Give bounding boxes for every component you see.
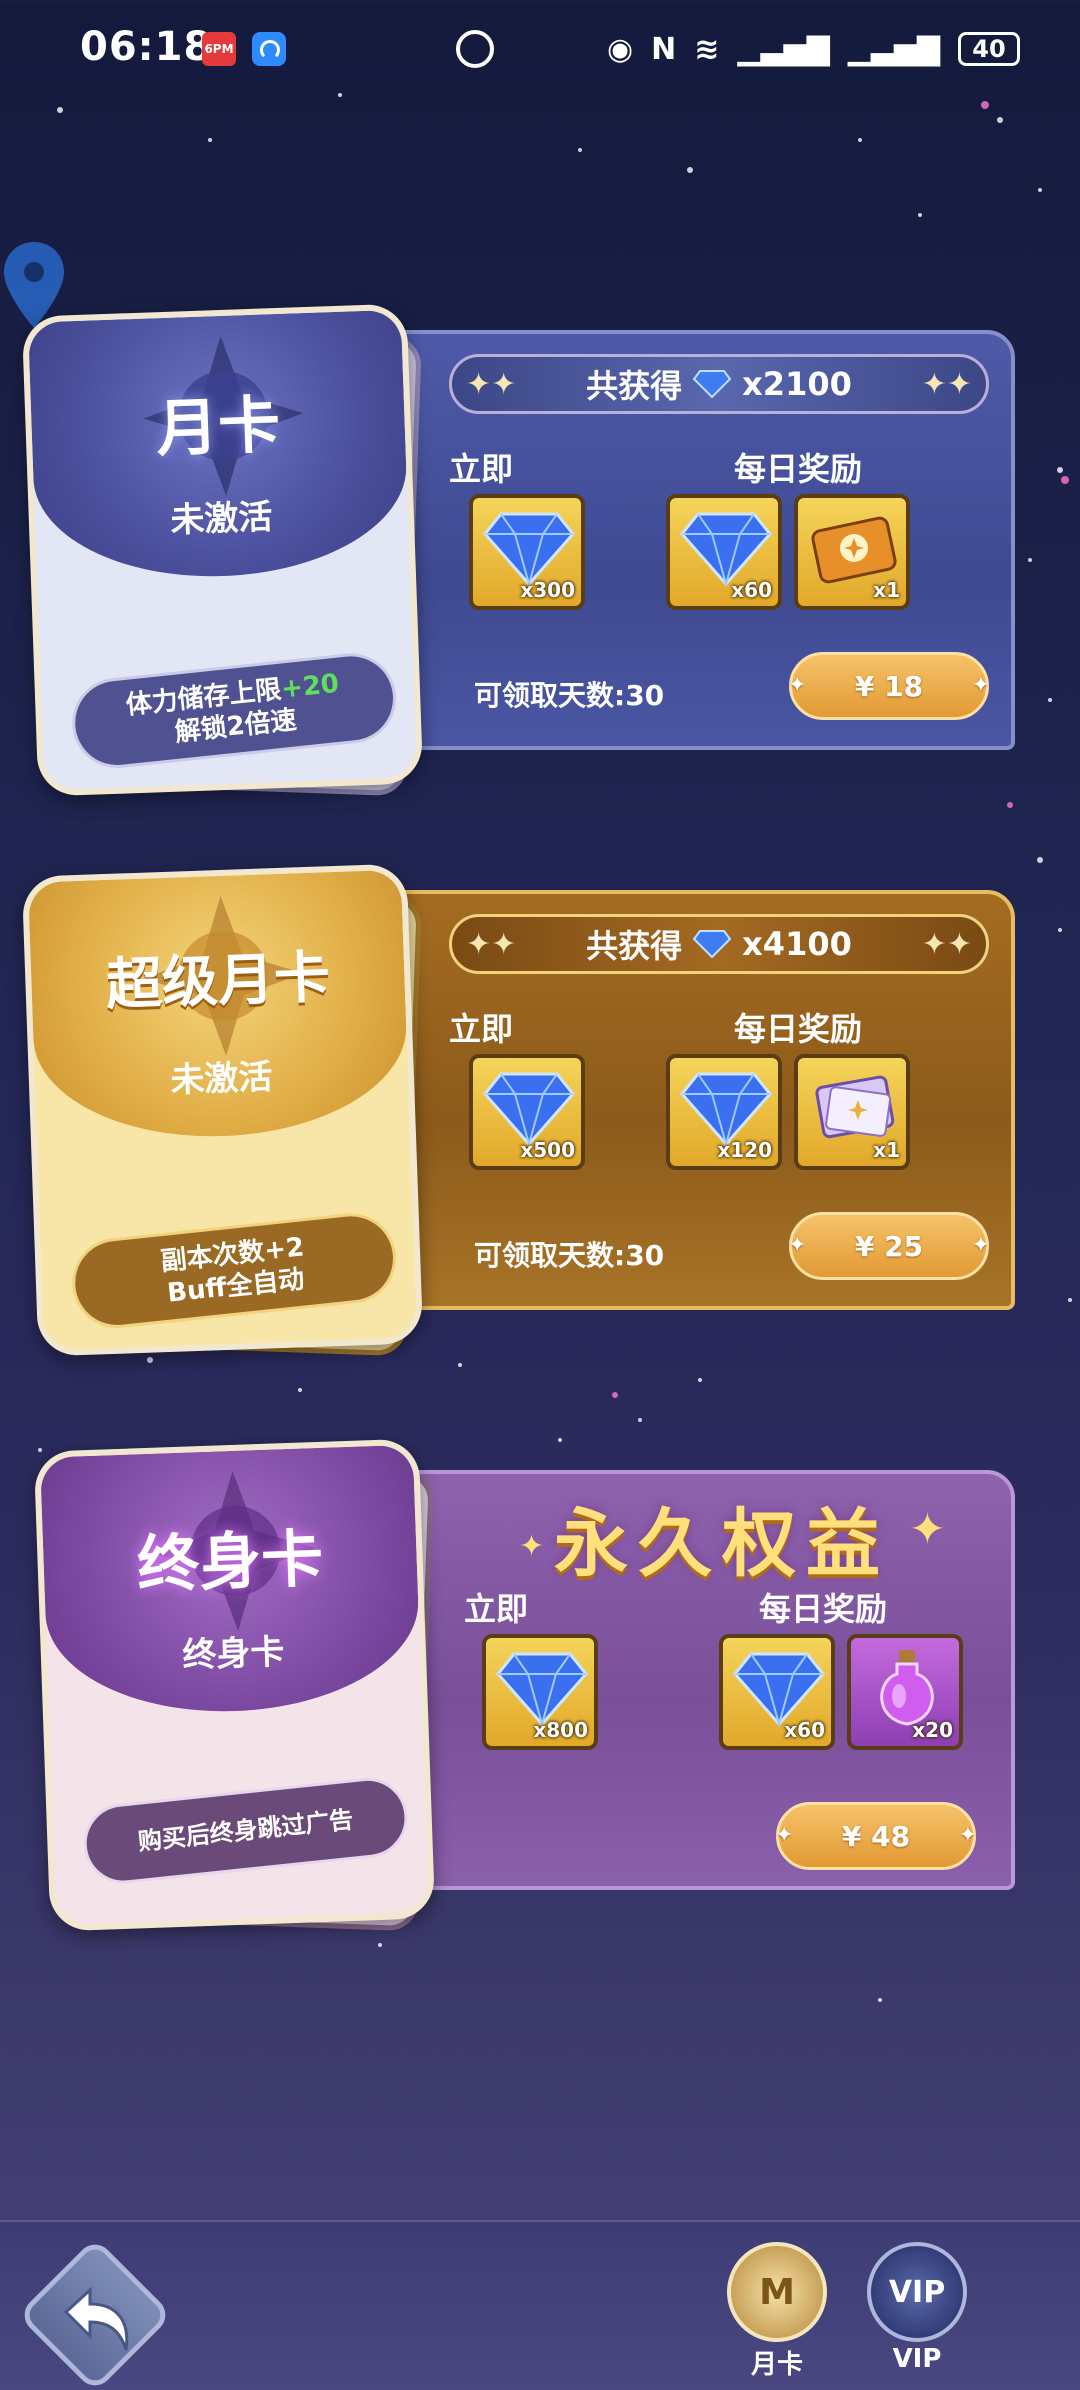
card-title: 月卡 bbox=[154, 387, 282, 466]
vip-crown-icon: VIP bbox=[867, 2242, 967, 2342]
total-value: x2100 bbox=[742, 365, 852, 403]
lifetime-card-art[interactable]: 终身卡 终身卡 购买后终身跳过广告 bbox=[33, 1438, 436, 1932]
total-reward-bar: ✦✦ 共获得 x4100 ✦✦ bbox=[449, 914, 989, 974]
ticket-icon bbox=[811, 516, 897, 584]
item-quantity: x500 bbox=[520, 1138, 575, 1162]
app-notification-icon: 6PM bbox=[202, 32, 236, 66]
diamond-icon bbox=[733, 1652, 825, 1728]
item-quantity: x300 bbox=[520, 578, 575, 602]
item-quantity: x60 bbox=[731, 578, 772, 602]
instant-reward-item[interactable]: x500 bbox=[469, 1054, 585, 1170]
buy-lifetime-card-button[interactable]: ¥ 48 bbox=[775, 1802, 977, 1870]
monthly-badge-letter: M bbox=[759, 2271, 795, 2313]
daily-reward-item[interactable]: x1 bbox=[794, 1054, 910, 1170]
total-value: x4100 bbox=[742, 925, 852, 963]
vip-badge-text: VIP bbox=[888, 2274, 946, 2310]
claimable-days: 可领取天数:30 bbox=[474, 1239, 665, 1272]
status-time: 06:18 bbox=[80, 24, 213, 70]
nav-vip-label: VIP bbox=[892, 2344, 942, 2374]
total-label: 共获得 bbox=[586, 927, 683, 965]
signal-4g-icon: ▁▃▅▇ bbox=[737, 31, 830, 67]
nav-monthly-card[interactable]: M 月卡 bbox=[722, 2242, 832, 2390]
diamond-icon bbox=[680, 1072, 772, 1148]
monthly-card-icon: M bbox=[727, 2242, 827, 2342]
super-monthly-card-art[interactable]: 超级月卡 未激活 副本次数+2 Buff全自动 bbox=[21, 863, 424, 1357]
bottom-navigation: M 月卡 VIP VIP bbox=[0, 2220, 1080, 2390]
card-perk: 体力储存上限+20 解锁2倍速 bbox=[67, 648, 401, 773]
daily-label: 每日奖励 bbox=[734, 450, 863, 488]
item-quantity: x60 bbox=[784, 1718, 825, 1742]
monthly-card-panel: ✦✦ 共获得 x2100 ✦✦ 立即 每日奖励 x300 x60 x1 可领取天… bbox=[360, 330, 1015, 750]
item-quantity: x1 bbox=[873, 578, 900, 602]
status-bar: 06:18 6PM ◉ N ≋ ▁▃▅▇ ▁▃▅▇ 40 bbox=[0, 0, 1080, 100]
sparkle-icon: ✦ bbox=[909, 1504, 946, 1555]
card-perk: 购买后终身跳过广告 bbox=[79, 1773, 412, 1888]
card-perk: 副本次数+2 Buff全自动 bbox=[67, 1208, 401, 1333]
nav-monthly-label: 月卡 bbox=[750, 2350, 803, 2380]
instant-label: 立即 bbox=[449, 1010, 514, 1048]
claimable-days: 可领取天数:30 bbox=[474, 679, 665, 712]
potion-icon bbox=[880, 1650, 934, 1726]
eye-icon: ◉ bbox=[606, 31, 634, 67]
card-title: 超级月卡 bbox=[104, 945, 332, 1018]
diamond-icon bbox=[483, 1072, 575, 1148]
instant-label: 立即 bbox=[464, 1590, 529, 1628]
daily-label: 每日奖励 bbox=[734, 1010, 863, 1048]
buy-super-monthly-card-button[interactable]: ¥ 25 bbox=[788, 1212, 990, 1280]
buy-monthly-card-button[interactable]: ¥ 18 bbox=[788, 652, 990, 720]
diamond-icon bbox=[496, 1652, 588, 1728]
status-icons: ◉ N ≋ ▁▃▅▇ ▁▃▅▇ 40 bbox=[607, 24, 1020, 74]
perk-highlight: +20 bbox=[279, 668, 341, 705]
instant-reward-item[interactable]: x800 bbox=[482, 1634, 598, 1750]
diamond-icon bbox=[680, 512, 772, 588]
item-quantity: x20 bbox=[912, 1718, 953, 1742]
diamond-icon bbox=[692, 930, 732, 959]
card-title: 终身卡 bbox=[135, 1521, 325, 1602]
back-arrow-icon bbox=[63, 2286, 129, 2351]
card-ticket-icon bbox=[815, 1075, 895, 1139]
sparkle-icon: ✦ bbox=[519, 1529, 545, 1564]
item-quantity: x1 bbox=[873, 1138, 900, 1162]
lifetime-banner: 永久权益 bbox=[554, 1501, 890, 1587]
item-quantity: x800 bbox=[533, 1718, 588, 1742]
sync-icon bbox=[456, 30, 494, 68]
daily-label: 每日奖励 bbox=[759, 1590, 888, 1628]
super-monthly-card-panel: ✦✦ 共获得 x4100 ✦✦ 立即 每日奖励 x500 x120 x1 可领取… bbox=[360, 890, 1015, 1310]
perk-line-1: 购买后终身跳过广告 bbox=[136, 1805, 355, 1856]
daily-reward-item[interactable]: x60 bbox=[719, 1634, 835, 1750]
app-notification-icon-2 bbox=[252, 32, 286, 66]
total-label: 共获得 bbox=[586, 367, 683, 405]
total-reward-bar: ✦✦ 共获得 x2100 ✦✦ bbox=[449, 354, 989, 414]
lifetime-card-panel: ✦ 永久权益 ✦ 立即 每日奖励 x800 x60 x20 ¥ 48 bbox=[360, 1470, 1015, 1890]
item-quantity: x120 bbox=[717, 1138, 772, 1162]
daily-reward-item[interactable]: x1 bbox=[794, 494, 910, 610]
nfc-icon: N bbox=[651, 31, 677, 67]
diamond-icon bbox=[483, 512, 575, 588]
signal-4g-icon-2: ▁▃▅▇ bbox=[847, 31, 940, 67]
daily-reward-item[interactable]: x120 bbox=[666, 1054, 782, 1170]
daily-reward-item[interactable]: x60 bbox=[666, 494, 782, 610]
monthly-card-art[interactable]: 月卡 未激活 体力储存上限+20 解锁2倍速 bbox=[21, 303, 424, 797]
wifi-icon: ≋ bbox=[694, 31, 720, 67]
daily-reward-item[interactable]: x20 bbox=[847, 1634, 963, 1750]
nav-vip[interactable]: VIP VIP bbox=[862, 2242, 972, 2390]
instant-label: 立即 bbox=[449, 450, 514, 488]
instant-reward-item[interactable]: x300 bbox=[469, 494, 585, 610]
battery-indicator: 40 bbox=[958, 32, 1020, 66]
diamond-icon bbox=[692, 370, 732, 399]
